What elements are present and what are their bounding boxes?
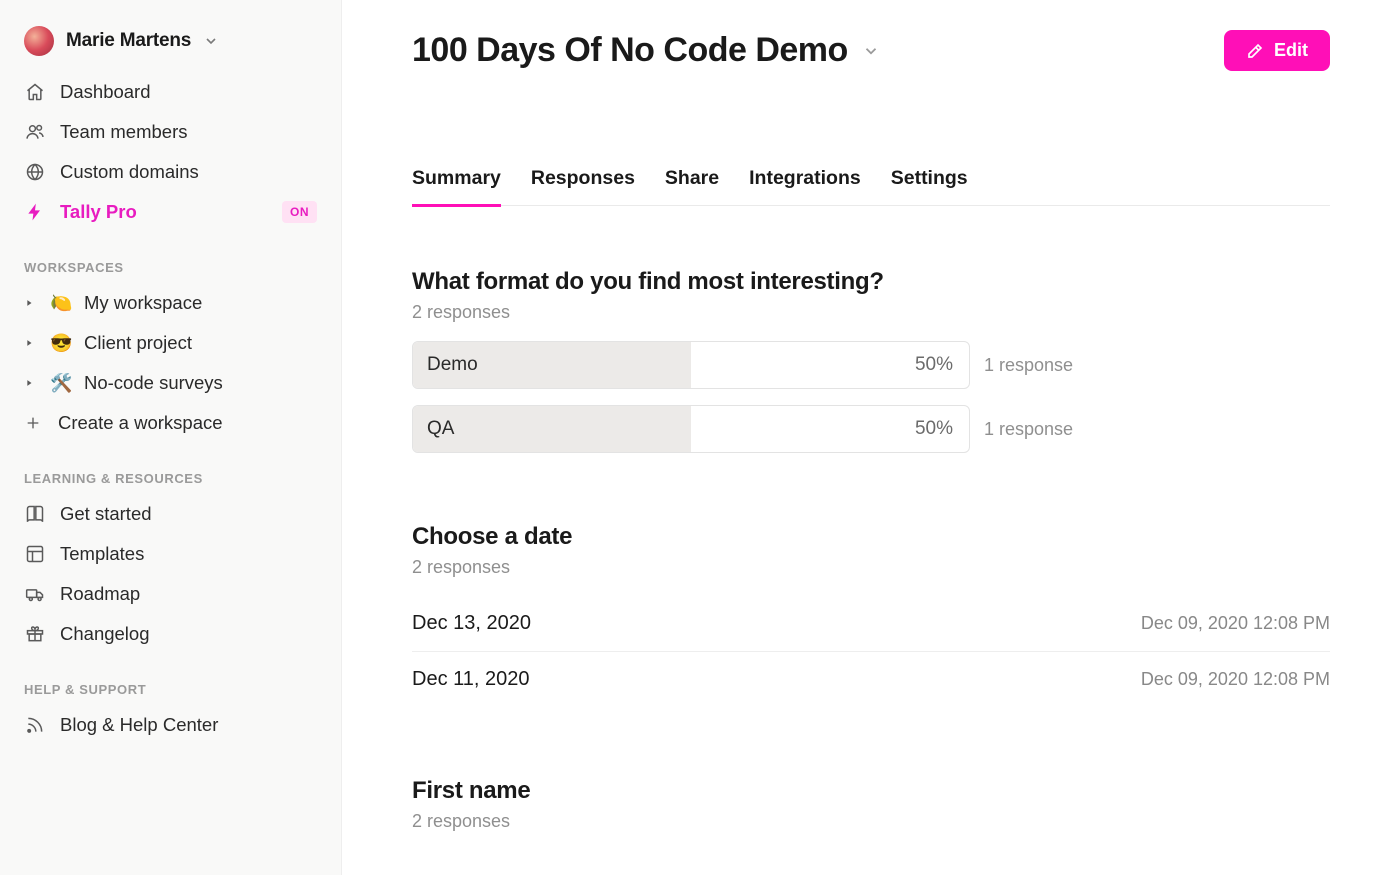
- bar: QA 50%: [412, 405, 970, 453]
- response-row: Dec 13, 2020 Dec 09, 2020 12:08 PM: [412, 596, 1330, 652]
- caret-right-icon: [24, 298, 38, 308]
- tab-summary[interactable]: Summary: [412, 163, 501, 207]
- book-icon: [24, 503, 46, 525]
- caret-right-icon: [24, 378, 38, 388]
- create-workspace[interactable]: Create a workspace: [14, 403, 327, 443]
- bar-pct: 50%: [915, 354, 969, 376]
- user-menu[interactable]: Marie Martens: [14, 22, 327, 72]
- section-learning: LEARNING & RESOURCES: [14, 443, 327, 494]
- sidebar-item-pro[interactable]: Tally Pro ON: [14, 192, 327, 232]
- sidebar-item-team[interactable]: Team members: [14, 112, 327, 152]
- layout-icon: [24, 543, 46, 565]
- truck-icon: [24, 583, 46, 605]
- avatar: [24, 26, 54, 56]
- rss-icon: [24, 714, 46, 736]
- chevron-down-icon: [203, 33, 219, 49]
- sidebar-item-label: Roadmap: [60, 583, 140, 605]
- main-content: 100 Days Of No Code Demo Edit Summary Re…: [342, 0, 1400, 875]
- tab-share[interactable]: Share: [665, 163, 719, 207]
- question-sub: 2 responses: [412, 557, 1330, 578]
- user-name: Marie Martens: [66, 30, 191, 52]
- sidebar-item-label: Get started: [60, 503, 152, 525]
- bar-row: Demo 50% 1 response: [412, 341, 1330, 389]
- sidebar-item-label: Templates: [60, 543, 144, 565]
- workspace-label: No-code surveys: [84, 372, 223, 394]
- sidebar-item-label: Dashboard: [60, 81, 151, 103]
- sidebar-item-dashboard[interactable]: Dashboard: [14, 72, 327, 112]
- tabs: Summary Responses Share Integrations Set…: [412, 163, 1330, 206]
- sidebar-item-label: Blog & Help Center: [60, 714, 218, 736]
- bar-row: QA 50% 1 response: [412, 405, 1330, 453]
- gift-icon: [24, 623, 46, 645]
- workspace-emoji: 🍋: [50, 293, 72, 314]
- edit-button[interactable]: Edit: [1224, 30, 1330, 71]
- response-timestamp: Dec 09, 2020 12:08 PM: [1141, 613, 1330, 634]
- response-value: Dec 11, 2020: [412, 668, 530, 691]
- plus-icon: [22, 415, 44, 431]
- header: 100 Days Of No Code Demo Edit: [412, 30, 1330, 71]
- bar-label: Demo: [413, 354, 915, 376]
- question-block: First name 2 responses: [412, 777, 1330, 832]
- sidebar-item-roadmap[interactable]: Roadmap: [14, 574, 327, 614]
- edit-button-label: Edit: [1274, 40, 1308, 61]
- pencil-icon: [1246, 42, 1264, 60]
- question-sub: 2 responses: [412, 811, 1330, 832]
- bar-count: 1 response: [984, 355, 1073, 376]
- response-row: Dec 11, 2020 Dec 09, 2020 12:08 PM: [412, 652, 1330, 707]
- bar: Demo 50%: [412, 341, 970, 389]
- create-workspace-label: Create a workspace: [58, 412, 223, 434]
- workspace-emoji: 😎: [50, 333, 72, 354]
- sidebar-item-blog-help[interactable]: Blog & Help Center: [14, 705, 327, 745]
- title-dropdown[interactable]: 100 Days Of No Code Demo: [412, 31, 880, 70]
- section-help: HELP & SUPPORT: [14, 654, 327, 705]
- bar-label: QA: [413, 418, 915, 440]
- bolt-icon: [24, 201, 46, 223]
- tab-integrations[interactable]: Integrations: [749, 163, 861, 207]
- workspace-label: Client project: [84, 332, 192, 354]
- sidebar-item-changelog[interactable]: Changelog: [14, 614, 327, 654]
- bar-count: 1 response: [984, 419, 1073, 440]
- sidebar-item-label: Custom domains: [60, 161, 199, 183]
- page-title: 100 Days Of No Code Demo: [412, 31, 848, 70]
- section-workspaces: WORKSPACES: [14, 232, 327, 283]
- question-block: What format do you find most interesting…: [412, 268, 1330, 453]
- sidebar: Marie Martens Dashboard Team members Cus…: [0, 0, 342, 875]
- sidebar-item-domains[interactable]: Custom domains: [14, 152, 327, 192]
- workspace-emoji: 🛠️: [50, 373, 72, 394]
- sidebar-item-label: Team members: [60, 121, 187, 143]
- sidebar-item-label: Tally Pro: [60, 201, 137, 223]
- response-value: Dec 13, 2020: [412, 612, 531, 635]
- question-title: Choose a date: [412, 523, 1330, 551]
- question-block: Choose a date 2 responses Dec 13, 2020 D…: [412, 523, 1330, 707]
- response-timestamp: Dec 09, 2020 12:08 PM: [1141, 669, 1330, 690]
- sidebar-item-get-started[interactable]: Get started: [14, 494, 327, 534]
- question-title: First name: [412, 777, 1330, 805]
- sidebar-item-label: Changelog: [60, 623, 150, 645]
- on-badge: ON: [282, 201, 317, 223]
- home-icon: [24, 81, 46, 103]
- chevron-down-icon: [862, 42, 880, 60]
- sidebar-item-templates[interactable]: Templates: [14, 534, 327, 574]
- workspace-item[interactable]: 😎 Client project: [14, 323, 327, 363]
- workspace-label: My workspace: [84, 292, 202, 314]
- workspace-item[interactable]: 🛠️ No-code surveys: [14, 363, 327, 403]
- question-sub: 2 responses: [412, 302, 1330, 323]
- globe-icon: [24, 161, 46, 183]
- bar-pct: 50%: [915, 418, 969, 440]
- tab-settings[interactable]: Settings: [891, 163, 968, 207]
- caret-right-icon: [24, 338, 38, 348]
- tab-responses[interactable]: Responses: [531, 163, 635, 207]
- question-title: What format do you find most interesting…: [412, 268, 1330, 296]
- users-icon: [24, 121, 46, 143]
- workspace-item[interactable]: 🍋 My workspace: [14, 283, 327, 323]
